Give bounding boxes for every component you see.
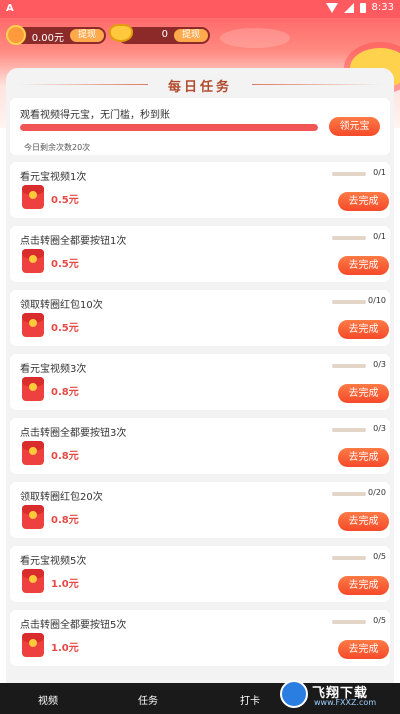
task-reward: 0.8元 xyxy=(51,451,79,462)
featured-task: 观看视频得元宝，无门槛，秒到账 今日剩余次数20次 领元宝 xyxy=(10,98,390,155)
task-progress-count: 0/10 xyxy=(368,296,386,305)
task-reward: 0.5元 xyxy=(51,195,79,206)
task-title: 点击转圈全都要按钮5次 xyxy=(20,620,127,631)
daily-task-card: 每日任务 观看视频得元宝，无门槛，秒到账 今日剩余次数20次 领元宝 看元宝视频… xyxy=(6,68,394,683)
status-bar: A 8:33 xyxy=(0,0,400,18)
task-progress-bar xyxy=(332,620,366,624)
task-reward: 0.8元 xyxy=(51,515,79,526)
nav-item-checkin[interactable]: 打卡 xyxy=(240,692,260,707)
task-progress-count: 0/5 xyxy=(373,616,386,625)
task-progress-count: 0/3 xyxy=(373,424,386,433)
card-title: 每日任务 xyxy=(167,80,232,95)
cash-withdraw-button[interactable]: 提现 xyxy=(70,29,104,42)
task-progress-bar xyxy=(332,172,366,176)
wifi-icon xyxy=(325,2,338,13)
task-progress-count: 0/20 xyxy=(368,488,386,497)
battery-icon xyxy=(359,2,366,13)
task-reward: 1.0元 xyxy=(51,643,79,654)
task-progress-bar xyxy=(332,556,366,560)
task-complete-button[interactable]: 去完成 xyxy=(338,512,389,531)
task-complete-button[interactable]: 去完成 xyxy=(338,256,389,275)
status-time: 8:33 xyxy=(371,2,394,13)
task-progress-bar xyxy=(332,364,366,368)
red-envelope-icon xyxy=(6,25,26,45)
red-envelope-icon xyxy=(22,633,44,657)
task-progress-bar xyxy=(332,236,366,240)
task-title: 看元宝视频1次 xyxy=(20,172,87,183)
watermark-url: www.FXXZ.com xyxy=(314,698,377,707)
task-reward: 1.0元 xyxy=(51,579,79,590)
task-item: 点击转圈全都要按钮1次 0.5元 0/1 去完成 xyxy=(10,226,390,282)
task-item: 点击转圈全都要按钮5次 1.0元 0/5 去完成 xyxy=(10,610,390,666)
task-progress-count: 0/1 xyxy=(373,168,386,177)
task-item: 点击转圈全都要按钮3次 0.8元 0/3 去完成 xyxy=(10,418,390,474)
red-envelope-icon xyxy=(22,505,44,529)
nav-item-tasks[interactable]: 任务 xyxy=(138,692,158,707)
task-reward: 0.5元 xyxy=(51,323,79,334)
gold-withdraw-button[interactable]: 提现 xyxy=(174,29,208,42)
featured-task-title: 观看视频得元宝，无门槛，秒到账 xyxy=(20,110,170,121)
gold-ingot-icon xyxy=(109,24,133,42)
featured-remaining: 今日剩余次数20次 xyxy=(24,143,91,152)
task-complete-button[interactable]: 去完成 xyxy=(338,640,389,659)
task-title: 领取转圈红包20次 xyxy=(20,492,103,503)
task-progress-bar xyxy=(332,492,366,496)
task-item: 看元宝视频3次 0.8元 0/3 去完成 xyxy=(10,354,390,410)
task-title: 点击转圈全都要按钮3次 xyxy=(20,428,127,439)
red-envelope-icon xyxy=(22,441,44,465)
task-item: 看元宝视频5次 1.0元 0/5 去完成 xyxy=(10,546,390,602)
task-reward: 0.8元 xyxy=(51,387,79,398)
cash-amount: 0.00元 xyxy=(31,33,64,44)
cash-wallet: 0.00元 提现 xyxy=(6,25,106,45)
task-complete-button[interactable]: 去完成 xyxy=(338,384,389,403)
app-notification-icon: A xyxy=(6,3,14,14)
featured-progress-fill xyxy=(20,124,318,131)
red-envelope-icon xyxy=(22,569,44,593)
task-complete-button[interactable]: 去完成 xyxy=(338,576,389,595)
gold-wallet: 0 提现 xyxy=(109,24,210,44)
watermark: 飞翔下载 www.FXXZ.com xyxy=(280,676,392,712)
header-decoration xyxy=(220,28,290,48)
red-envelope-icon xyxy=(22,185,44,209)
task-progress-count: 0/1 xyxy=(373,232,386,241)
task-title: 看元宝视频3次 xyxy=(20,364,87,375)
task-item: 领取转圈红包10次 0.5元 0/10 去完成 xyxy=(10,290,390,346)
task-complete-button[interactable]: 去完成 xyxy=(338,448,389,467)
task-complete-button[interactable]: 去完成 xyxy=(338,320,389,339)
task-item: 领取转圈红包20次 0.8元 0/20 去完成 xyxy=(10,482,390,538)
task-progress-bar xyxy=(332,300,366,304)
task-title: 点击转圈全都要按钮1次 xyxy=(20,236,127,247)
task-item: 看元宝视频1次 0.5元 0/1 去完成 xyxy=(10,162,390,218)
featured-progress-bar xyxy=(20,124,318,131)
task-progress-count: 0/5 xyxy=(373,552,386,561)
title-divider-right xyxy=(252,84,382,85)
task-progress-bar xyxy=(332,428,366,432)
task-complete-button[interactable]: 去完成 xyxy=(338,192,389,211)
card-header: 每日任务 xyxy=(6,68,394,98)
claim-gold-button[interactable]: 领元宝 xyxy=(329,117,380,136)
watermark-logo-icon xyxy=(280,680,308,708)
signal-icon xyxy=(343,2,354,13)
red-envelope-icon xyxy=(22,249,44,273)
red-envelope-icon xyxy=(22,313,44,337)
task-title: 领取转圈红包10次 xyxy=(20,300,103,311)
task-title: 看元宝视频5次 xyxy=(20,556,87,567)
gold-amount: 0 xyxy=(161,29,168,40)
task-progress-count: 0/3 xyxy=(373,360,386,369)
red-envelope-icon xyxy=(22,377,44,401)
nav-item-video[interactable]: 视频 xyxy=(38,692,58,707)
task-reward: 0.5元 xyxy=(51,259,79,270)
